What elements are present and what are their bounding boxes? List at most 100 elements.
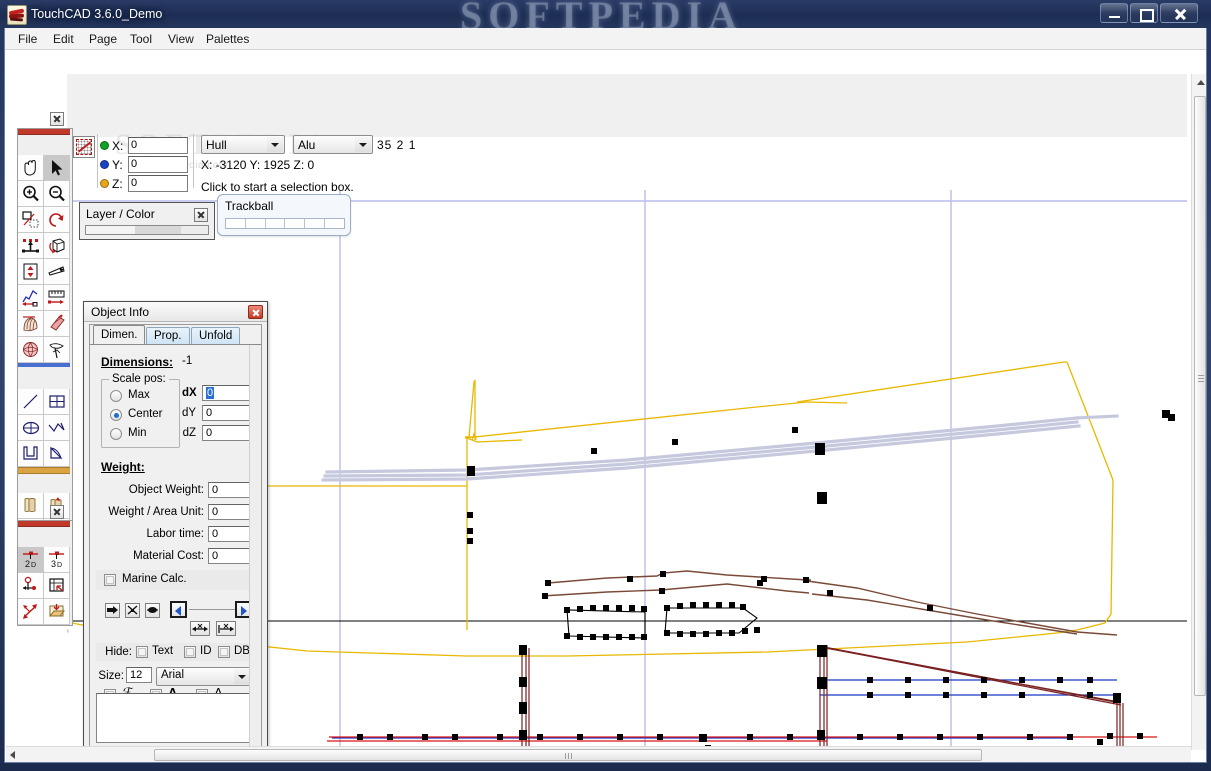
line-tool[interactable] bbox=[18, 389, 44, 415]
origin-point-button[interactable] bbox=[18, 573, 44, 599]
object-info-scrollbar[interactable] bbox=[249, 345, 260, 750]
shell-expand-tool[interactable] bbox=[18, 311, 44, 337]
material-dropdown[interactable]: Alu bbox=[293, 135, 373, 154]
close-button[interactable] bbox=[1160, 3, 1198, 23]
material-cost-input[interactable]: 0 bbox=[208, 548, 250, 564]
export-page-button[interactable] bbox=[44, 599, 70, 625]
shear-tool[interactable] bbox=[44, 259, 70, 285]
marquee-select-tool[interactable] bbox=[18, 207, 44, 233]
flip-vertical-tool[interactable] bbox=[18, 259, 44, 285]
layer-color-title: Layer / Color bbox=[86, 207, 155, 221]
layer-dropdown[interactable]: Hull bbox=[201, 135, 285, 154]
hide-text-checkbox[interactable] bbox=[136, 646, 148, 658]
view-palette[interactable]: 2D 3D bbox=[17, 520, 73, 626]
tool-palette-close-icon[interactable] bbox=[50, 112, 64, 126]
dy-input[interactable]: 0 bbox=[202, 405, 250, 421]
scroll-left-arrow-icon[interactable] bbox=[10, 751, 15, 759]
object-info-window[interactable]: Object Info Dimen. Prop. Unfold Dimensio… bbox=[83, 301, 268, 758]
hide-db-checkbox[interactable] bbox=[218, 646, 230, 658]
z-coordinate-input[interactable]: 0 bbox=[128, 175, 188, 192]
font-size-input[interactable]: 12 bbox=[126, 667, 152, 683]
selection-box-tool-icon[interactable] bbox=[73, 136, 95, 158]
surface-sheet-tool[interactable] bbox=[18, 493, 44, 519]
dz-input[interactable]: 0 bbox=[202, 425, 250, 441]
hide-label: Hide: bbox=[105, 646, 132, 658]
snap-end-button[interactable] bbox=[145, 603, 160, 618]
distribute-right-button[interactable] bbox=[216, 621, 236, 636]
close-icon[interactable] bbox=[248, 305, 263, 319]
trackball-palette[interactable]: Trackball bbox=[217, 194, 351, 236]
vertical-scroll-thumb[interactable] bbox=[1194, 96, 1206, 696]
menu-tool[interactable]: Tool bbox=[123, 31, 159, 48]
layer-color-swatch-bar[interactable] bbox=[85, 225, 209, 235]
dy-label: dY bbox=[182, 407, 197, 419]
vertical-scrollbar[interactable] bbox=[1191, 74, 1206, 750]
tab-prop[interactable]: Prop. bbox=[146, 327, 190, 344]
menu-view[interactable]: View bbox=[161, 31, 201, 48]
dx-input[interactable]: 0 bbox=[202, 385, 250, 401]
object-notes-textarea[interactable] bbox=[96, 693, 254, 743]
weight-area-unit-input[interactable]: 0 bbox=[208, 504, 250, 520]
zoom-in-tool[interactable] bbox=[18, 181, 44, 207]
menu-edit[interactable]: Edit bbox=[46, 31, 81, 48]
labor-time-label: Labor time: bbox=[146, 528, 204, 540]
fit-bounds-button[interactable] bbox=[44, 573, 70, 599]
snap-point-button[interactable] bbox=[125, 603, 140, 618]
mesh-deform-tool[interactable] bbox=[44, 337, 70, 363]
u-channel-tool[interactable] bbox=[18, 441, 44, 467]
polyline-tool[interactable] bbox=[44, 415, 70, 441]
hide-id-label: ID bbox=[200, 645, 212, 657]
layer-dropdown-value: Hull bbox=[206, 138, 227, 152]
close-icon[interactable] bbox=[194, 208, 208, 222]
hide-id-checkbox[interactable] bbox=[184, 646, 196, 658]
scale-arrows-button[interactable] bbox=[18, 599, 44, 625]
rotate-tool[interactable] bbox=[44, 207, 70, 233]
distribute-both-button[interactable] bbox=[190, 621, 210, 636]
mesh-sphere-tool[interactable] bbox=[18, 337, 44, 363]
view-2d-button[interactable]: 2D bbox=[18, 547, 44, 573]
arrow-select-tool[interactable] bbox=[44, 155, 70, 181]
grid-rect-tool[interactable] bbox=[44, 389, 70, 415]
tab-unfold[interactable]: Unfold bbox=[191, 327, 241, 344]
menu-palettes[interactable]: Palettes bbox=[199, 31, 256, 48]
marine-calc-checkbox[interactable] bbox=[104, 574, 116, 586]
font-family-dropdown[interactable]: Arial bbox=[156, 667, 252, 686]
object-weight-input[interactable]: 0 bbox=[208, 482, 250, 498]
view-3d-button[interactable]: 3D bbox=[44, 547, 70, 573]
measure-ruler-tool[interactable] bbox=[44, 285, 70, 311]
prev-object-button[interactable] bbox=[170, 601, 187, 618]
y-coordinate-input[interactable]: 0 bbox=[128, 156, 188, 173]
view-palette-close-icon[interactable] bbox=[50, 505, 64, 519]
zoom-out-tool[interactable] bbox=[44, 181, 70, 207]
chevron-down-icon bbox=[234, 669, 250, 684]
object-info-titlebar[interactable]: Object Info bbox=[84, 302, 267, 322]
step-right-button[interactable] bbox=[105, 603, 120, 618]
scroll-up-arrow-icon[interactable] bbox=[1197, 80, 1205, 85]
radio-scale-min[interactable] bbox=[110, 428, 122, 440]
horizontal-scroll-thumb[interactable] bbox=[154, 749, 982, 761]
menu-file[interactable]: File bbox=[11, 31, 44, 48]
tab-dimen[interactable]: Dimen. bbox=[93, 325, 146, 344]
pan-hand-tool[interactable] bbox=[18, 155, 44, 181]
labor-time-input[interactable]: 0 bbox=[208, 526, 250, 542]
svg-text:D: D bbox=[57, 562, 62, 569]
object-info-body: Dimen. Prop. Unfold Dimensions: -1 Scale… bbox=[89, 324, 262, 752]
menu-page[interactable]: Page bbox=[82, 31, 124, 48]
minimize-button[interactable] bbox=[1100, 3, 1128, 23]
maximize-button[interactable] bbox=[1130, 3, 1158, 23]
trackball-button-strip[interactable] bbox=[225, 218, 345, 229]
title-bar[interactable]: SOFTPEDIA TouchCAD 3.6.0_Demo bbox=[0, 0, 1211, 28]
move-points-tool[interactable] bbox=[18, 233, 44, 259]
layer-color-palette[interactable]: Layer / Color bbox=[79, 202, 215, 240]
x-coordinate-input[interactable]: 0 bbox=[128, 137, 188, 154]
graph-tool[interactable] bbox=[18, 285, 44, 311]
triangle-tool[interactable] bbox=[44, 441, 70, 467]
horizontal-scrollbar[interactable] bbox=[6, 746, 1191, 762]
hide-db-label: DB bbox=[234, 645, 250, 657]
font-size-label: Size: bbox=[98, 670, 124, 682]
ellipse-tool[interactable] bbox=[18, 415, 44, 441]
radio-scale-max[interactable] bbox=[110, 390, 122, 402]
radio-scale-center[interactable] bbox=[110, 409, 122, 421]
unfold-surface-tool[interactable] bbox=[44, 311, 70, 337]
rotate-cube-tool[interactable] bbox=[44, 233, 70, 259]
